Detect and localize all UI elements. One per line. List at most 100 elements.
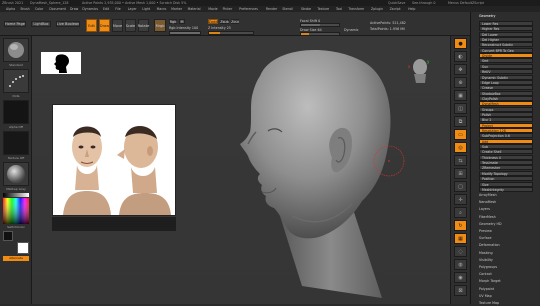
- geometry-convert-bpr-to-geo[interactable]: Convert BPR To Geo: [479, 47, 533, 53]
- stroke-selector[interactable]: [3, 69, 29, 93]
- section-morph-target[interactable]: Morph Target: [479, 279, 529, 284]
- floor-button[interactable]: ▭: [454, 129, 467, 140]
- zoom-button[interactable]: ⊕: [454, 77, 467, 88]
- geometry-subprojection-0-6[interactable]: SubProjection 0.6: [479, 133, 533, 139]
- secondary-color-swatch[interactable]: [3, 231, 13, 241]
- aahalf-button[interactable]: ◫: [454, 103, 467, 114]
- menu-stencil[interactable]: Stencil: [282, 7, 293, 11]
- geometry-lower-res[interactable]: Lower Res: [479, 21, 533, 26]
- section-deformation[interactable]: Deformation: [479, 243, 529, 248]
- geometry-resolution-128[interactable]: Resolution 128: [479, 128, 533, 133]
- menu-tool[interactable]: Tool: [336, 7, 342, 11]
- menu-layer[interactable]: Layer: [128, 7, 137, 11]
- local-button[interactable]: ◎: [454, 142, 467, 153]
- menu-preferences[interactable]: Preferences: [239, 7, 258, 11]
- section-surface[interactable]: Surface: [479, 236, 529, 241]
- geometry-higher-res[interactable]: Higher Res: [479, 26, 533, 32]
- color-picker[interactable]: [3, 198, 29, 224]
- polyf-button[interactable]: ▦: [454, 233, 467, 244]
- geometry-suv[interactable]: Suv: [479, 63, 533, 69]
- geometry-add[interactable]: Add: [479, 138, 533, 144]
- zadd-button[interactable]: Zadd: [208, 19, 218, 24]
- live-boolean-button[interactable]: Live Boolean: [56, 21, 80, 27]
- zcut-button[interactable]: Zcut: [231, 19, 239, 24]
- alpha-selector[interactable]: [3, 100, 29, 124]
- switch-color-label[interactable]: SwitchColor: [2, 225, 30, 229]
- menu-stroke[interactable]: Stroke: [301, 7, 311, 11]
- transp-button[interactable]: ◌: [454, 246, 467, 257]
- solo-button[interactable]: ◉: [454, 272, 467, 283]
- brush-selector[interactable]: [3, 38, 29, 62]
- geometry-position[interactable]: Position: [479, 176, 533, 182]
- edit-button[interactable]: Edit: [86, 19, 97, 32]
- menu-light[interactable]: Light: [142, 7, 150, 11]
- zsub-button[interactable]: Zsub: [220, 19, 229, 24]
- move-button[interactable]: Move: [112, 19, 123, 32]
- menu-zscript[interactable]: Zscript: [390, 7, 401, 11]
- geometry-create-shell[interactable]: Create Shell: [479, 149, 533, 155]
- geometry-reconstruct-subdiv[interactable]: Reconstruct Subdiv: [479, 42, 533, 48]
- viewport-canvas[interactable]: x y: [32, 36, 469, 304]
- section-arraymesh[interactable]: ArrayMesh: [479, 193, 529, 198]
- geometry-edge-loop[interactable]: Edge Loop: [479, 79, 533, 85]
- geometry-polish[interactable]: Polish: [479, 111, 533, 117]
- section-visibility[interactable]: Visibility: [479, 258, 529, 263]
- menu-zplugin[interactable]: Zplugin: [371, 7, 383, 11]
- section-nanomesh[interactable]: NanoMesh: [479, 200, 529, 205]
- spix-3-button[interactable]: ◐: [454, 51, 467, 62]
- menu-edit[interactable]: Edit: [103, 7, 109, 11]
- z-intensity-slider[interactable]: [208, 31, 254, 35]
- menu-marker[interactable]: Marker: [171, 7, 182, 11]
- quicksave-button[interactable]: QuickSave: [388, 1, 405, 5]
- geometry-modify-topology[interactable]: Modify Topology: [479, 170, 533, 176]
- geometry-divide[interactable]: Divide: [479, 53, 533, 59]
- section-contact[interactable]: Contact: [479, 272, 529, 277]
- xpose-button[interactable]: ⊠: [454, 285, 467, 296]
- material-selector[interactable]: [3, 162, 29, 186]
- rotate-button[interactable]: ↻: [454, 220, 467, 231]
- mrgb-button[interactable]: Mrgb: [154, 19, 166, 32]
- geometry-del-lower[interactable]: Del Lower: [479, 31, 533, 37]
- geometry-size[interactable]: Size: [479, 181, 533, 187]
- menu-macro[interactable]: Macro: [157, 7, 167, 11]
- gradient-bar[interactable]: [3, 193, 29, 197]
- frame-button[interactable]: ▢: [454, 181, 467, 192]
- alternate-toggle[interactable]: Alternate: [3, 256, 29, 261]
- geometry-zremesher[interactable]: ZRemesher: [479, 165, 533, 171]
- section-preview[interactable]: Preview: [479, 229, 529, 234]
- section-geometry-hd[interactable]: Geometry HD: [479, 222, 529, 227]
- menu-draw[interactable]: Draw: [70, 7, 78, 11]
- gxyz-button[interactable]: ⊞: [454, 168, 467, 179]
- zoomd-button[interactable]: ⌕: [454, 207, 467, 218]
- main-color-swatch[interactable]: [17, 242, 29, 254]
- menu-help[interactable]: Help: [408, 7, 415, 11]
- seethrough-slider[interactable]: See-through 0: [412, 1, 435, 5]
- lsym-button[interactable]: ⇆: [454, 155, 467, 166]
- lightbox-button[interactable]: LightBox: [31, 21, 51, 27]
- geometry-thickness-4[interactable]: Thickness 4: [479, 154, 533, 160]
- draw-size-slider[interactable]: [300, 32, 340, 36]
- geometry-reuv[interactable]: ReUV: [479, 69, 533, 75]
- menu-color[interactable]: Color: [35, 7, 43, 11]
- menu-dynamics[interactable]: Dynamics: [82, 7, 98, 11]
- rgb-intensity-slider[interactable]: [169, 31, 201, 35]
- menu-alpha[interactable]: Alpha: [6, 7, 15, 11]
- actual-button[interactable]: ▣: [454, 90, 467, 101]
- geometry-claypolish[interactable]: ClayPolish: [479, 95, 533, 101]
- section-uv-map[interactable]: UV Map: [479, 294, 529, 299]
- navigation-cube-icon[interactable]: x y: [408, 56, 432, 84]
- home-page-button[interactable]: Home Page: [4, 21, 26, 27]
- m-button[interactable]: M: [179, 19, 185, 24]
- menu-material[interactable]: Material: [188, 7, 201, 11]
- bpr-button[interactable]: ●: [454, 38, 467, 49]
- geometry-groups[interactable]: Groups: [479, 106, 533, 112]
- geometry-sub[interactable]: Sub: [479, 144, 533, 150]
- menu-file[interactable]: File: [115, 7, 120, 11]
- geometry-dynamic-subdiv[interactable]: Dynamic Subdiv: [479, 74, 533, 80]
- ghost-button[interactable]: ◍: [454, 259, 467, 270]
- menu-texture[interactable]: Texture: [317, 7, 329, 11]
- section-fibermesh[interactable]: FiberMesh: [479, 215, 529, 220]
- rgb-button[interactable]: Rgb: [169, 19, 177, 24]
- menu-movie[interactable]: Movie: [208, 7, 217, 11]
- move-button[interactable]: ✛: [454, 194, 467, 205]
